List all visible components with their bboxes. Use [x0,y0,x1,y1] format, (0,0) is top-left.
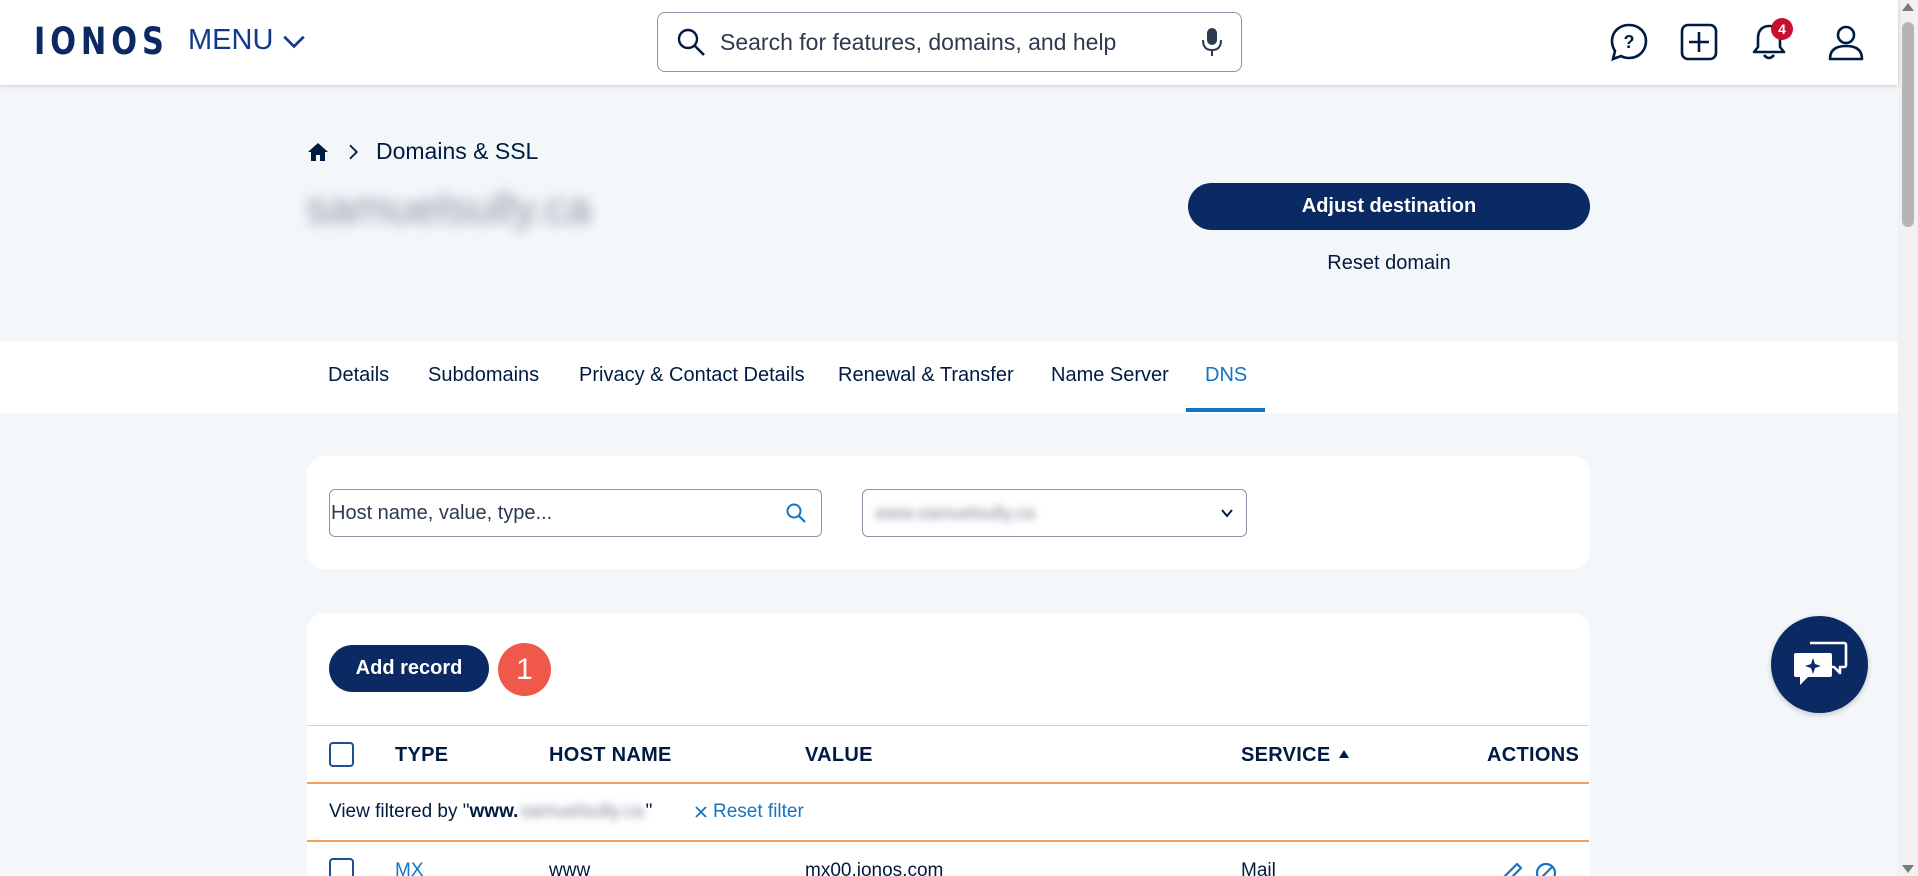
chevron-down-icon [1221,509,1233,518]
notification-badge: 4 [1771,18,1793,40]
add-icon[interactable] [1678,21,1720,63]
filter-card: www.samuelsully.ca [307,456,1590,569]
breadcrumb-domains-ssl[interactable]: Domains & SSL [376,138,538,165]
add-record-button[interactable]: Add record [329,645,489,692]
filter-suffix: " [645,801,653,822]
step-badge: 1 [498,643,551,696]
column-value[interactable]: VALUE [805,744,873,767]
active-tab-indicator [1186,408,1265,412]
breadcrumb: Domains & SSL [306,138,538,165]
chevron-down-icon [283,35,306,48]
record-search-field[interactable] [329,489,822,537]
microphone-icon[interactable] [1201,26,1223,58]
row-checkbox[interactable] [329,858,354,876]
tab-details[interactable]: Details [328,364,389,387]
domain-tabs: Details Subdomains Privacy & Contact Det… [0,342,1898,413]
home-icon[interactable] [306,140,330,164]
column-type[interactable]: TYPE [395,744,448,767]
tab-name-server[interactable]: Name Server [1051,364,1169,387]
tab-dns[interactable]: DNS [1205,364,1247,387]
page-scrollbar[interactable] [1898,0,1918,876]
filter-description: View filtered by " www. samuelsully.ca " [329,801,652,823]
delete-icon[interactable] [1533,860,1559,876]
select-all-checkbox[interactable] [329,742,354,767]
table-row: MX www mx00.ionos.com Mail [307,842,1589,876]
column-host-name[interactable]: HOST NAME [549,744,672,767]
filter-domain: samuelsully.ca [520,801,644,822]
adjust-destination-button[interactable]: Adjust destination [1188,183,1590,230]
record-service: Mail [1241,860,1276,876]
chat-sparkle-icon [1793,641,1847,685]
record-value: mx00.ionos.com [805,860,944,876]
domain-select-value: www.samuelsully.ca [875,502,1035,523]
chevron-right-icon [349,144,359,159]
reset-filter-label: Reset filter [713,801,804,822]
scroll-down-arrow-icon[interactable] [1902,865,1914,873]
column-service[interactable]: SERVICE [1241,744,1349,767]
filter-subdomain: www. [469,801,519,822]
menu-button[interactable]: MENU [188,24,307,57]
sort-ascending-icon [1338,750,1349,758]
domain-title: samuelsully.ca [306,184,592,233]
record-search-input[interactable] [331,501,785,525]
svg-text:?: ? [1624,32,1635,52]
global-search[interactable] [657,12,1242,72]
close-icon [695,806,707,818]
column-service-label: SERVICE [1241,744,1331,766]
tab-renewal-transfer[interactable]: Renewal & Transfer [838,364,1014,387]
edit-pencil-icon[interactable] [1499,860,1525,876]
ionos-logo[interactable]: IONOS [34,20,169,63]
reset-filter-link[interactable]: Reset filter [695,801,804,823]
column-actions: ACTIONS [1487,744,1580,766]
menu-label: MENU [188,24,274,56]
table-header: TYPE HOST NAME VALUE SERVICE ACTIONS [307,725,1589,784]
user-icon[interactable] [1825,21,1867,63]
record-host: www [549,860,591,876]
scroll-up-arrow-icon[interactable] [1902,3,1914,11]
search-icon[interactable] [785,502,807,524]
top-bar: IONOS MENU ? 4 [0,0,1898,85]
active-filter-row: View filtered by " www. samuelsully.ca "… [307,784,1589,842]
search-input[interactable] [720,28,1201,56]
tab-privacy-contact-details[interactable]: Privacy & Contact Details [579,364,805,387]
filter-prefix: View filtered by " [329,801,470,822]
search-icon [677,28,705,56]
dns-records-card: Add record 1 TYPE HOST NAME VALUE SERVIC… [307,613,1590,876]
help-chat-icon[interactable]: ? [1608,21,1650,63]
domain-select[interactable]: www.samuelsully.ca [862,489,1247,537]
scroll-thumb[interactable] [1902,22,1914,227]
reset-domain-link[interactable]: Reset domain [1188,252,1590,275]
chat-assistant-button[interactable] [1771,616,1868,713]
tab-subdomains[interactable]: Subdomains [428,364,539,387]
record-type-link[interactable]: MX [395,860,424,876]
